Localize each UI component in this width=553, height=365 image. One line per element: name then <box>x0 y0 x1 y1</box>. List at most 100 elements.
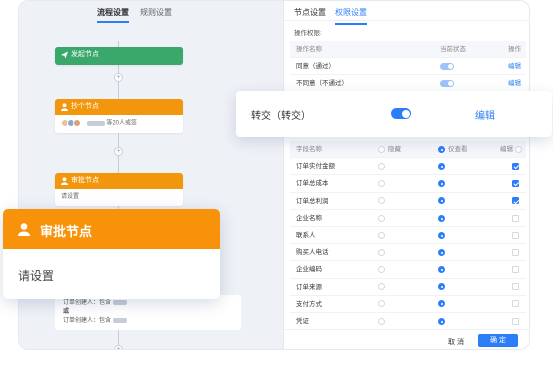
header-op-name: 操作名称 <box>296 46 322 53</box>
condition-or: 或 <box>63 309 70 315</box>
table-row: 联系人 <box>290 227 526 245</box>
redacted-text <box>112 299 127 305</box>
hidden-radio[interactable] <box>378 261 385 278</box>
transfer-op-name: 转交（转交） <box>251 111 311 122</box>
start-node-title: 发起节点 <box>71 51 99 58</box>
edit-checkbox[interactable] <box>512 193 519 210</box>
hidden-radio[interactable] <box>378 296 385 313</box>
field-name: 订单总利润 <box>296 197 329 205</box>
table-row: 同意（通过） 编辑 <box>290 58 526 75</box>
approval-card-title: 审批节点 <box>40 224 93 239</box>
edit-checkbox[interactable] <box>512 313 519 330</box>
header-field-name: 字段名称 <box>296 146 322 153</box>
approval-card-body: 请设置 <box>18 269 55 283</box>
hidden-radio[interactable] <box>378 279 385 296</box>
start-node[interactable]: 发起节点 <box>55 47 183 65</box>
condition-node[interactable]: 订单创建人：包含 或 订单创建人：包含 <box>55 295 241 330</box>
approval-node-title: 审批节点 <box>71 177 99 184</box>
edit-checkbox[interactable] <box>512 279 519 296</box>
approval-node-body: 请设置 <box>61 194 80 200</box>
cancel-button[interactable]: 取 消 <box>442 335 470 349</box>
add-node-button[interactable]: + <box>114 73 123 82</box>
approval-node-card[interactable]: 审批节点 请设置 <box>3 209 220 299</box>
transfer-edit-link[interactable]: 编辑 <box>475 107 495 122</box>
edit-checkbox[interactable] <box>512 210 519 227</box>
field-table-header: 字段名称 隐藏 仅查看 编辑 <box>290 141 526 159</box>
header-edit[interactable]: 编辑 <box>500 141 522 158</box>
view-only-radio[interactable] <box>438 313 445 330</box>
view-only-radio[interactable] <box>438 279 445 296</box>
ops-permission-label: 操作权限: <box>294 30 322 37</box>
header-hidden[interactable]: 隐藏 <box>378 141 401 158</box>
field-permission-table: 字段名称 隐藏 仅查看 编辑 订单实付金额 订单总成本订单总利润企业名称联系人购买… <box>290 141 526 331</box>
hidden-radio[interactable] <box>378 158 385 175</box>
hidden-radio[interactable] <box>378 175 385 192</box>
cc-node[interactable]: 抄个节点 等20人或签 <box>55 99 183 133</box>
transfer-toggle[interactable] <box>391 108 411 119</box>
condition-text: 订单创建人：包含 <box>63 300 112 306</box>
header-current-state: 当前状态 <box>440 46 466 53</box>
edit-checkbox[interactable] <box>512 158 519 175</box>
hidden-radio[interactable] <box>378 210 385 227</box>
condition-line: 订单创建人：包含 <box>63 299 233 308</box>
table-row: 凭证 <box>290 313 526 331</box>
edit-checkbox[interactable] <box>512 261 519 278</box>
field-name: 订单来源 <box>296 283 322 291</box>
view-only-radio[interactable] <box>438 175 445 192</box>
field-name: 订单实付金额 <box>296 163 335 171</box>
edit-link[interactable]: 编辑 <box>508 75 521 92</box>
confirm-button[interactable]: 确 定 <box>478 334 518 347</box>
approval-node[interactable]: 审批节点 请设置 <box>55 173 183 206</box>
send-icon <box>61 51 68 59</box>
settings-panel: 节点设置 权限设置 操作权限: 操作名称 当前状态 操作 同意（通过） 编辑 不… <box>283 1 529 349</box>
edit-checkbox[interactable] <box>512 175 519 192</box>
edit-checkbox[interactable] <box>512 296 519 313</box>
edit-checkbox[interactable] <box>512 227 519 244</box>
field-name: 企业编码 <box>296 266 322 274</box>
table-row: 支付方式 <box>290 296 526 313</box>
table-row: 订单总利润 <box>290 193 526 210</box>
redacted-text <box>112 317 127 323</box>
op-name: 不同意（不通过） <box>296 80 348 87</box>
tab-flow-settings[interactable]: 流程设置 <box>97 7 129 23</box>
view-only-radio[interactable] <box>438 244 445 261</box>
tab-permission-settings[interactable]: 权限设置 <box>335 7 367 25</box>
header-view-only[interactable]: 仅查看 <box>438 141 468 158</box>
field-name: 订单总成本 <box>296 180 329 188</box>
condition-line: 订单创建人：包含 <box>63 317 233 326</box>
hidden-radio[interactable] <box>378 244 385 261</box>
view-only-radio[interactable] <box>438 227 445 244</box>
approval-card-header: 审批节点 <box>3 209 220 249</box>
state-toggle[interactable] <box>440 75 454 92</box>
table-row: 订单来源 <box>290 279 526 296</box>
tab-node-settings[interactable]: 节点设置 <box>294 7 326 18</box>
cc-node-summary: 等20人或签 <box>106 120 138 127</box>
hidden-radio[interactable] <box>378 227 385 244</box>
hidden-radio[interactable] <box>378 313 385 330</box>
add-node-button[interactable]: + <box>114 147 123 156</box>
table-row: 购买人电话 <box>290 244 526 262</box>
edit-link[interactable]: 编辑 <box>508 58 521 75</box>
view-only-radio[interactable] <box>438 210 445 227</box>
header-operation: 操作 <box>508 46 521 53</box>
view-only-radio[interactable] <box>438 261 445 278</box>
state-toggle[interactable] <box>440 58 454 75</box>
hidden-radio[interactable] <box>378 193 385 210</box>
cc-node-title: 抄个节点 <box>71 103 99 110</box>
table-row: 订单实付金额 <box>290 158 526 176</box>
view-only-radio[interactable] <box>438 296 445 313</box>
op-name: 同意（通过） <box>296 63 335 70</box>
add-node-button[interactable]: + <box>114 345 123 349</box>
cc-node-body: 等20人或签 <box>55 115 183 133</box>
field-name: 企业名称 <box>296 214 322 222</box>
ops-table: 操作名称 当前状态 操作 同意（通过） 编辑 不同意（不通过） 编辑 <box>290 41 526 92</box>
field-name: 购买人电话 <box>296 249 329 257</box>
edit-checkbox[interactable] <box>512 244 519 261</box>
table-row: 企业名称 <box>290 210 526 227</box>
panel-footer: 取 消 确 定 <box>284 329 529 349</box>
user-icon <box>61 103 68 111</box>
tab-rule-settings[interactable]: 规则设置 <box>140 7 172 18</box>
view-only-radio[interactable] <box>438 193 445 210</box>
ops-table-header: 操作名称 当前状态 操作 <box>290 41 526 58</box>
view-only-radio[interactable] <box>438 158 445 175</box>
